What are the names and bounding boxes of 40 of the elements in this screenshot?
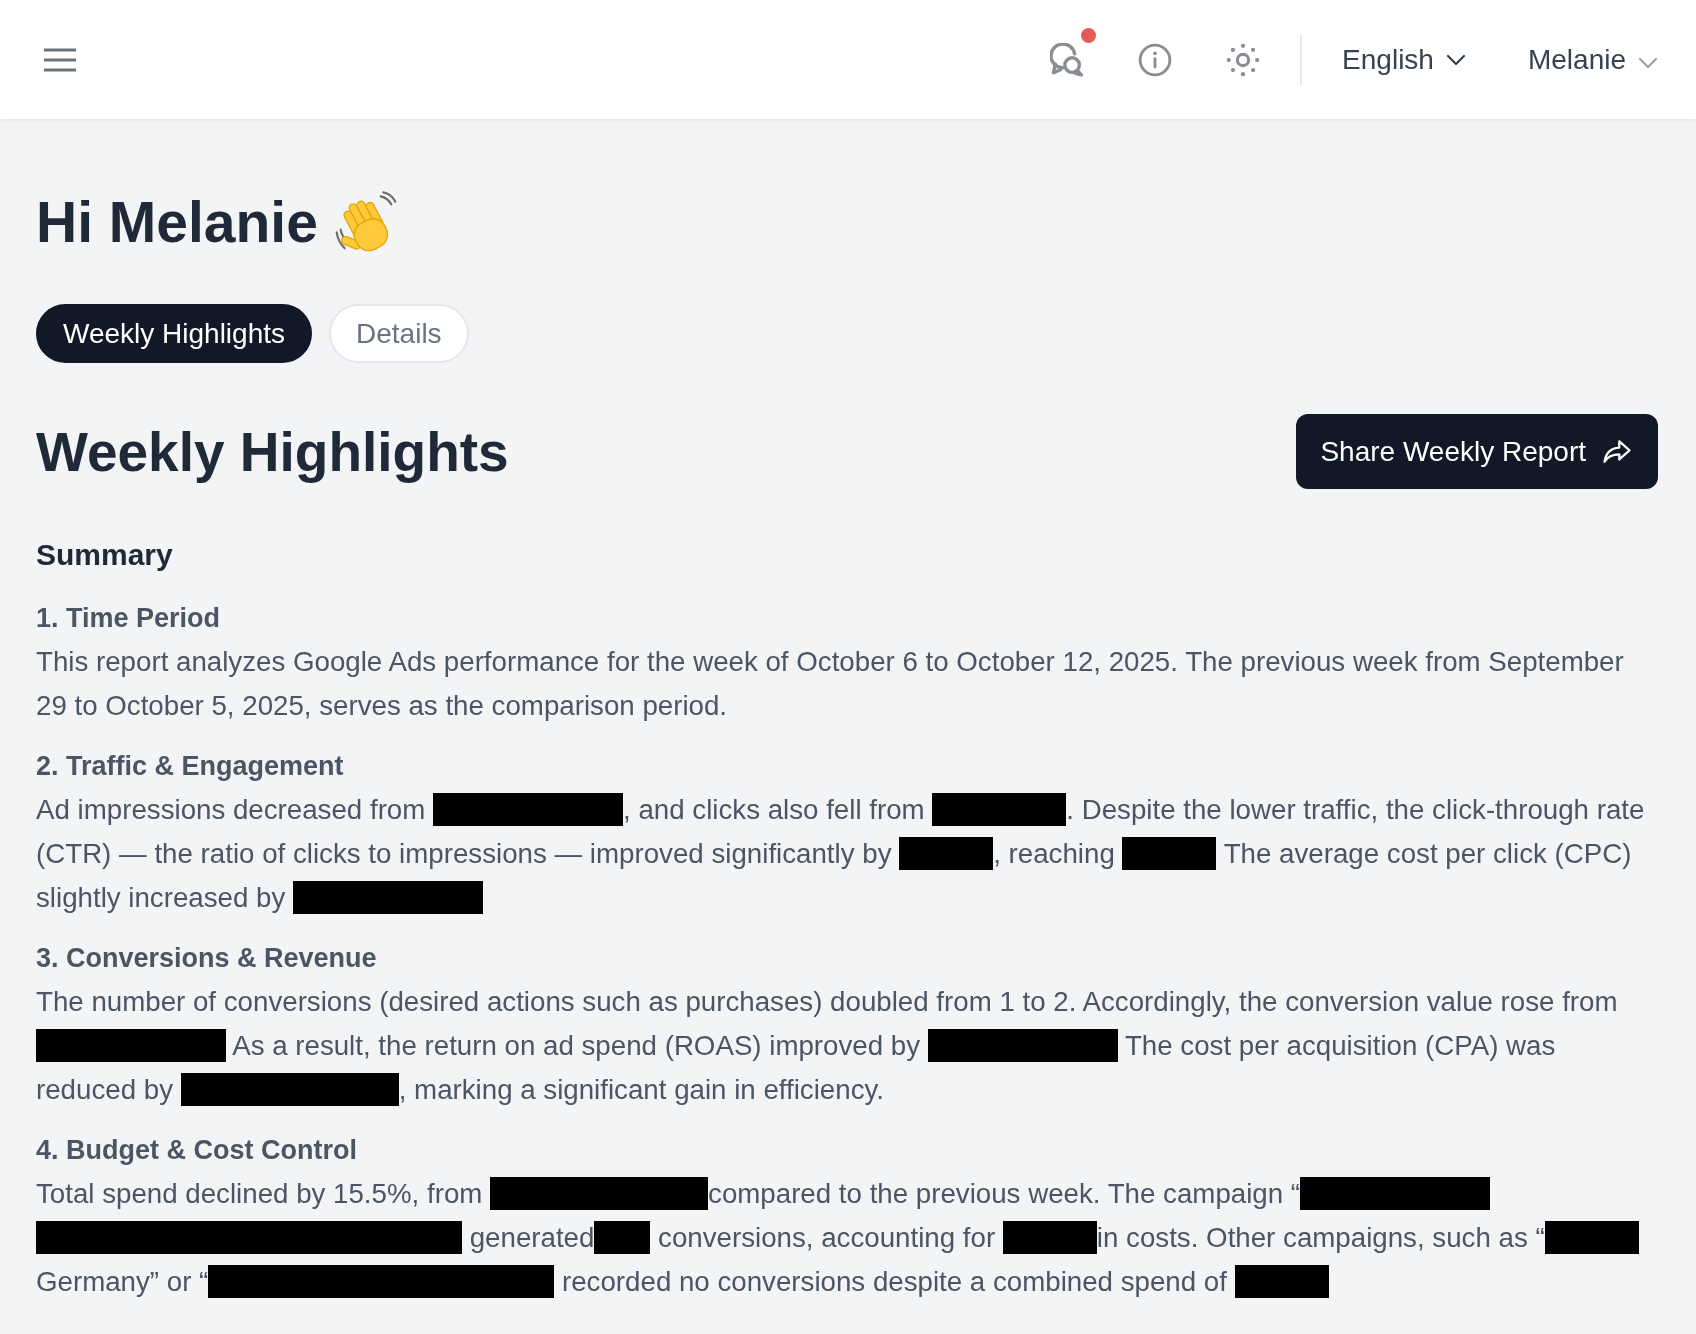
greeting-title: Hi Melanie	[36, 189, 318, 256]
paragraph-text: As a result, the return on ad spend (ROAS) improved by	[231, 1030, 922, 1061]
paragraph-text: Total spend declined by 15.5%, from	[36, 1178, 484, 1209]
paragraph-text: Germany” or “	[36, 1266, 209, 1297]
user-menu[interactable]: Melanie	[1527, 43, 1658, 76]
menu-icon[interactable]	[44, 47, 76, 72]
paragraph-text: recorded no conversions despite a combined spend of	[561, 1266, 1228, 1297]
item-heading: 4. Budget & Cost Control	[36, 1134, 358, 1167]
paragraph-text: , marking a significant gain in efficiency.	[398, 1074, 884, 1105]
paragraph-text: , and clicks also fell from	[623, 794, 926, 825]
chevron-down-icon	[1445, 53, 1466, 66]
chevron-down-icon	[1638, 56, 1658, 69]
item-heading: 3. Conversions & Revenue	[36, 942, 378, 975]
section-title: Weekly Highlights	[36, 419, 509, 484]
paragraph-text: The cost per acquisition (CPA) was	[1123, 1030, 1556, 1061]
paragraph-text: . Despite the lower traffic, the click-through rate	[1066, 794, 1645, 825]
paragraph-text: , reaching	[993, 838, 1116, 869]
share-arrow-icon	[1602, 439, 1632, 464]
paragraph-text: conversions, accounting for	[657, 1222, 997, 1253]
tab[interactable]: Details	[329, 304, 469, 363]
paragraph-text: The number of conversions (desired actions such as purchases) doubled from 1 to 2. Accordingly, the conversion value rose from	[36, 986, 1618, 1017]
paragraph-text: The average cost per click (CPC)	[1222, 838, 1632, 869]
chat-bubbles-icon[interactable]	[1050, 42, 1085, 77]
paragraph-text: generated	[468, 1222, 595, 1253]
tab[interactable]: Weekly Highlights	[36, 304, 313, 363]
paragraph-text: reduced by	[36, 1074, 174, 1105]
paragraph-text: in costs. Other campaigns, such as “	[1096, 1222, 1545, 1253]
share-report-button[interactable]: Share Weekly Report	[1296, 414, 1658, 489]
language-dropdown[interactable]: English	[1342, 43, 1466, 76]
redaction-bar	[594, 1221, 651, 1254]
paragraph-text: This report analyzes Google Ads performance for the week of October 6 to October 12, 2025. The previous week from September 29 to October 5, 2025, serves as the comparison period.	[36, 646, 1624, 721]
info-icon[interactable]	[1138, 42, 1173, 77]
paragraph-text: Ad impressions decreased from	[36, 794, 427, 825]
sun-icon[interactable]	[1226, 42, 1261, 77]
paragraph-text: compared to the previous week. The campaign “	[708, 1178, 1301, 1209]
item-heading: 1. Time Period	[36, 602, 222, 635]
summary-title: Summary	[36, 537, 174, 573]
item-heading: 2. Traffic & Engagement	[36, 750, 345, 783]
paragraph-text: (CTR) — the ratio of clicks to impressions — improved significantly by	[36, 838, 893, 869]
paragraph-text: slightly increased by	[36, 882, 287, 913]
